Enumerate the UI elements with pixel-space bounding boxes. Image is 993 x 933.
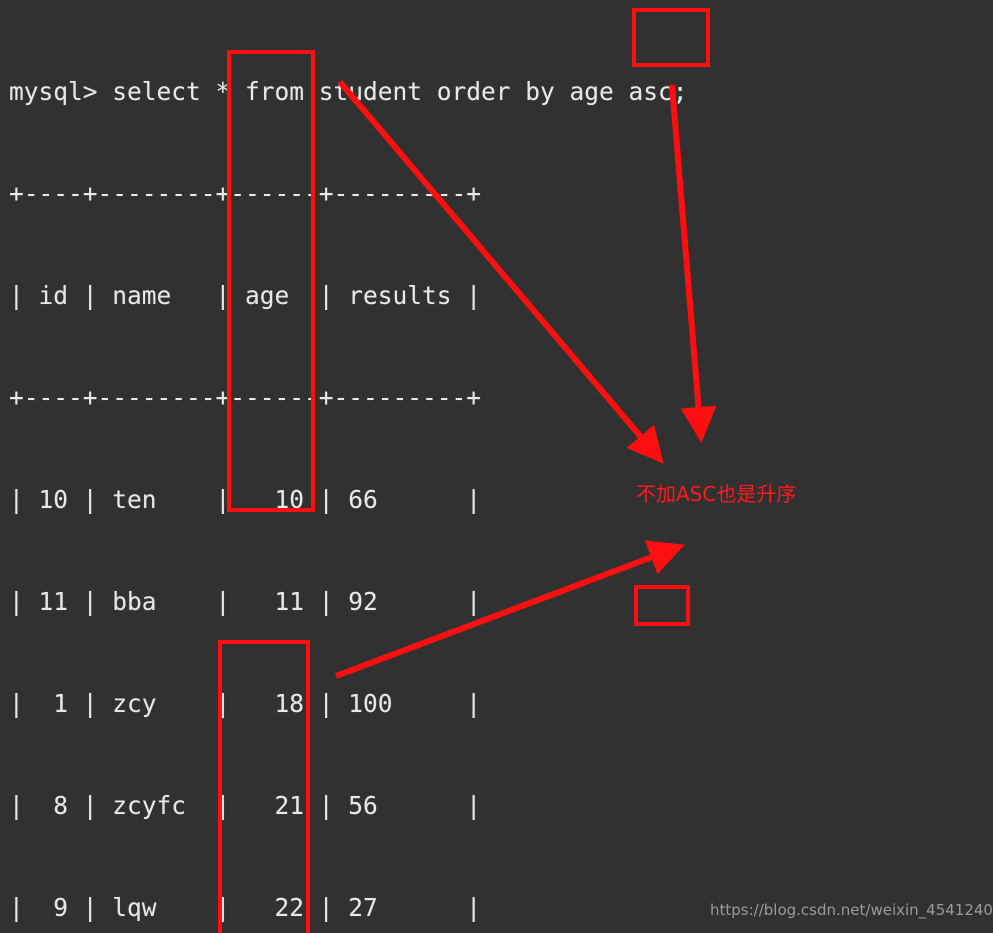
table-header-row: | id | name | age | results | [9, 281, 482, 310]
table-separator-top: +----+--------+------+---------+ [9, 179, 482, 208]
blog-watermark: https://blog.csdn.net/weixin_45412401 [710, 901, 993, 919]
terminal-output[interactable]: mysql> select * from student order by ag… [9, 7, 993, 933]
highlight-box-age-column-1 [227, 50, 315, 512]
highlight-box-missing-asc [634, 585, 690, 626]
annotation-note-text: 不加ASC也是升序 [636, 482, 797, 506]
command-line-asc: mysql> select * from student order by ag… [9, 77, 688, 106]
table-row: | 1 | zcy | 18 | 100 | [9, 689, 482, 718]
terminal-screen: mysql> select * from student order by ag… [0, 0, 993, 933]
table-row: | 10 | ten | 10 | 66 | [9, 485, 482, 514]
table-row: | 11 | bba | 11 | 92 | [9, 587, 482, 616]
highlight-box-asc-keyword [632, 8, 710, 67]
highlight-box-age-column-2 [218, 640, 310, 933]
table-row: | 8 | zcyfc | 21 | 56 | [9, 791, 482, 820]
table-separator-mid: +----+--------+------+---------+ [9, 383, 482, 412]
